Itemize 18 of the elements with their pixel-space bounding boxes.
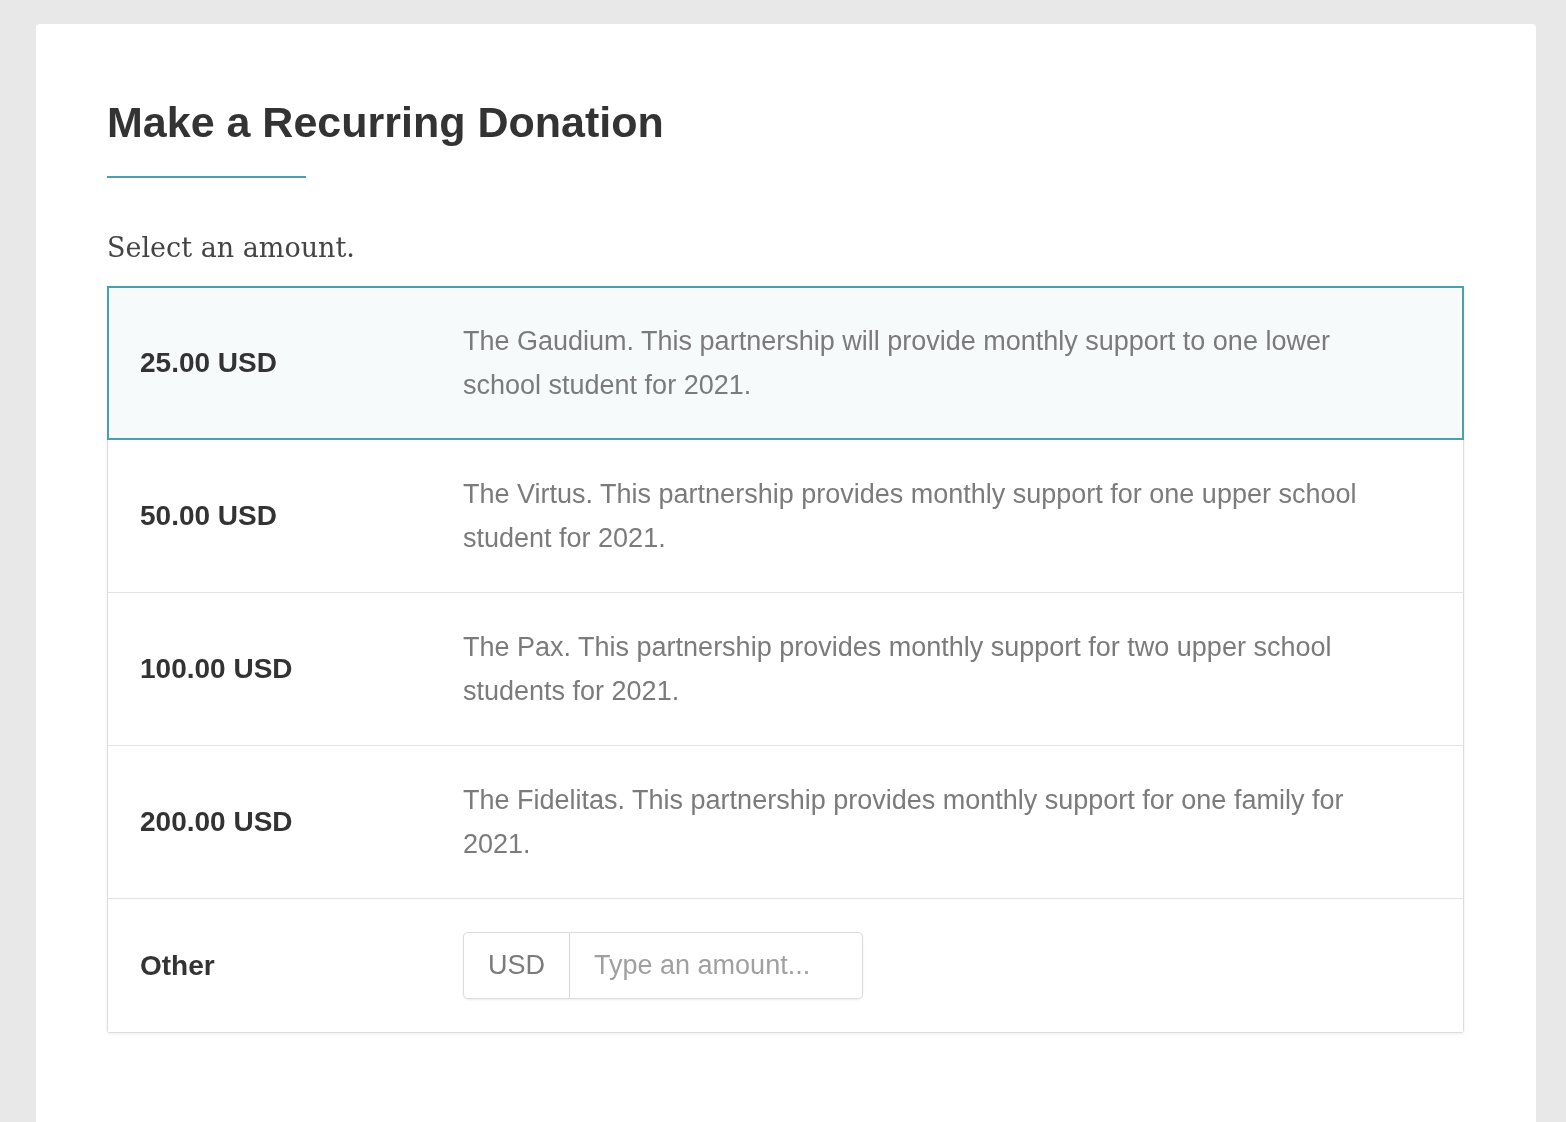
- amount-label: 25.00 USD: [140, 346, 277, 380]
- amount-option[interactable]: 50.00 USD The Virtus. This partnership provides monthly support for one upper school student for 2021.: [108, 439, 1463, 592]
- option-description: The Gaudium. This partnership will provide monthly support to one lower school student for 2021.: [463, 325, 1331, 402]
- amount-label: 200.00 USD: [140, 805, 293, 839]
- amount-option[interactable]: 100.00 USD The Pax. This partnership provides monthly support for two upper school students for 2021.: [108, 592, 1463, 745]
- amount-prompt: Select an amount.: [107, 231, 355, 265]
- amount-option[interactable]: 200.00 USD The Fidelitas. This partnership provides monthly support for one family for 2021.: [108, 745, 1463, 898]
- option-description: The Pax. This partnership provides monthly support for two upper school students for 2021.: [463, 631, 1333, 708]
- currency-addon: USD: [463, 932, 570, 999]
- amount-label: 100.00 USD: [140, 652, 293, 686]
- amount-option[interactable]: Other USD Type an amount...: [108, 898, 1463, 1032]
- amount-option[interactable]: 25.00 USD The Gaudium. This partnership will provide monthly support to one lower school student for 2021.: [108, 287, 1463, 439]
- option-description: The Virtus. This partnership provides monthly support for one upper school student for 2021.: [463, 478, 1358, 555]
- other-label: Other: [140, 948, 215, 983]
- amount-label: 50.00 USD: [140, 499, 277, 533]
- page-title: Make a Recurring Donation: [107, 97, 664, 148]
- option-description: The Fidelitas. This partnership provides monthly support for one family for 2021.: [463, 784, 1345, 861]
- amount-input[interactable]: Type an amount...: [570, 932, 863, 999]
